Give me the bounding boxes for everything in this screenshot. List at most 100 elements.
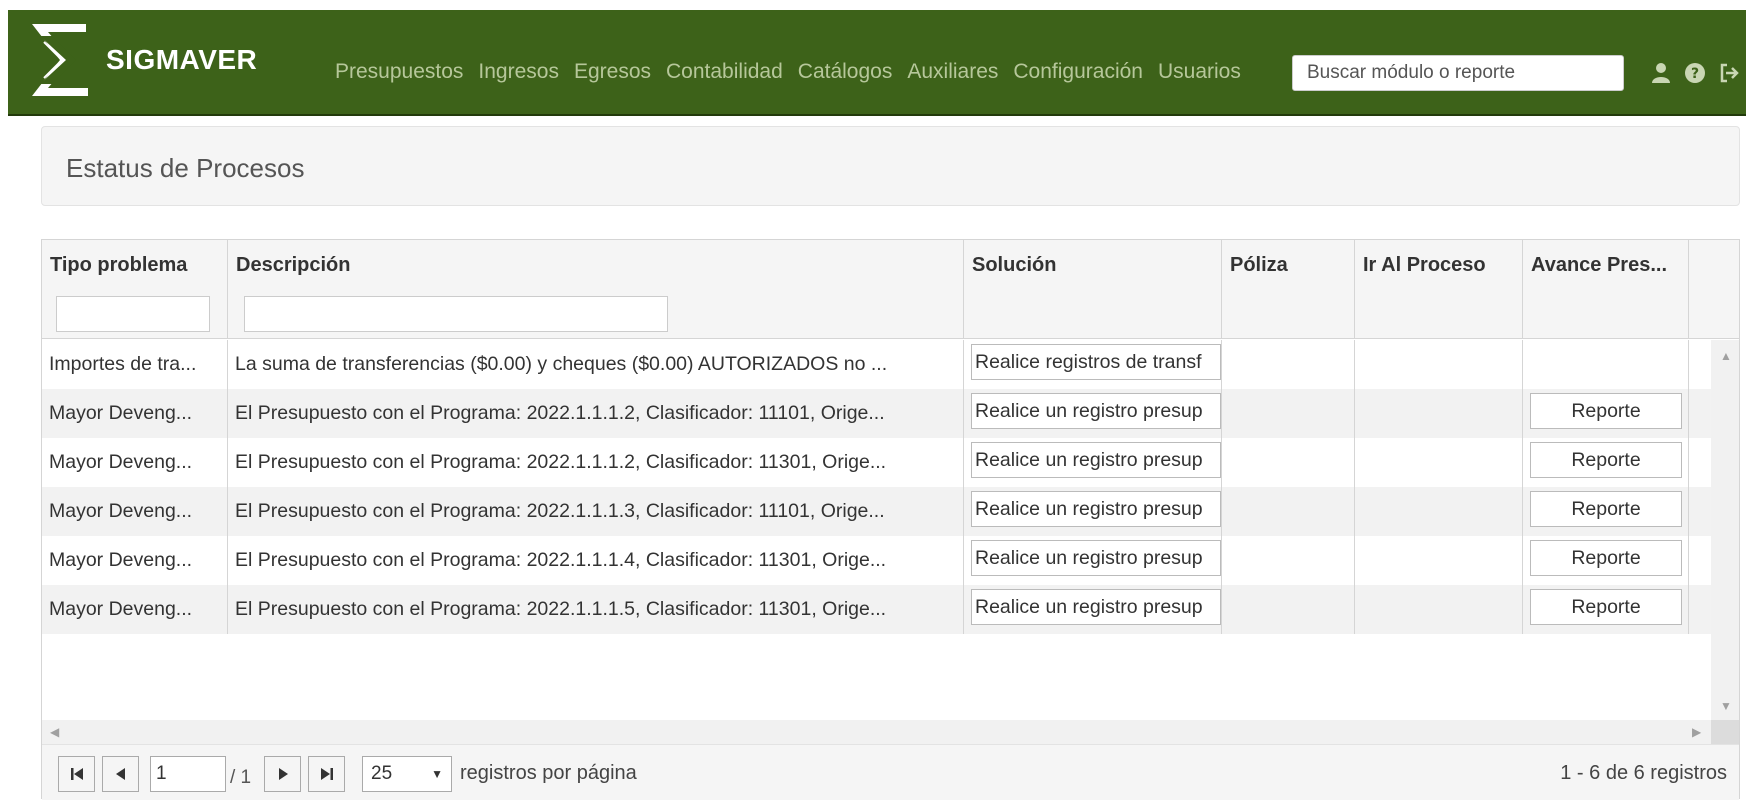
solution-field[interactable]: Realice un registro presup [971,442,1221,478]
solution-field[interactable]: Realice un registro presup [971,491,1221,527]
cell-ir-al-proceso [1355,487,1523,536]
user-icon[interactable] [1648,60,1674,86]
table-row[interactable]: Mayor Deveng... El Presupuesto con el Pro… [42,389,1711,438]
column-header-solucion[interactable]: Solución [964,240,1222,339]
records-count: 1 - 6 de 6 registros [1560,762,1727,784]
vertical-scrollbar[interactable]: ▲ ▼ [1711,340,1739,720]
nav-catalogos[interactable]: Catálogos [798,60,893,84]
nav-usuarios[interactable]: Usuarios [1158,60,1241,84]
report-button[interactable]: Reporte [1530,393,1682,429]
grid-body: Importes de tra... La suma de transferenc… [42,340,1711,720]
filter-tipo-input[interactable] [56,296,210,332]
per-page-label: registros por página [460,762,637,784]
last-page-icon [320,768,333,780]
cell-avance: Reporte [1523,536,1689,585]
prev-page-button[interactable] [102,756,139,792]
next-page-icon [278,768,288,780]
grid-header: Tipo problema Descripción Solución Póliz… [42,240,1739,339]
scroll-up-icon[interactable]: ▲ [1720,350,1732,362]
column-label: Descripción [236,254,351,276]
report-button[interactable]: Reporte [1530,491,1682,527]
column-label: Ir Al Proceso [1363,254,1486,276]
nav-egresos[interactable]: Egresos [574,60,651,84]
pager: / 1 25 ▼ registros por página 1 - 6 de 6… [42,744,1739,800]
nav-auxiliares[interactable]: Auxiliares [907,60,998,84]
sigma-logo-icon [32,24,88,96]
column-header-ir-al-proceso[interactable]: Ir Al Proceso [1355,240,1523,339]
cell-solucion: Realice un registro presup [964,585,1222,634]
table-row[interactable]: Mayor Deveng... El Presupuesto con el Pro… [42,438,1711,487]
cell-poliza [1222,585,1355,634]
cell-tipo: Mayor Deveng... [42,536,228,585]
column-label: Solución [972,254,1057,276]
column-label: Tipo problema [50,254,188,276]
search-input[interactable] [1292,55,1624,91]
first-page-button[interactable] [58,756,95,792]
main-menu: Presupuestos Ingresos Egresos Contabilid… [335,60,1256,84]
table-row[interactable]: Mayor Deveng... El Presupuesto con el Pro… [42,487,1711,536]
cell-solucion: Realice un registro presup [964,536,1222,585]
table-row[interactable]: Mayor Deveng... El Presupuesto con el Pro… [42,536,1711,585]
help-icon[interactable]: ? [1682,60,1708,86]
cell-tipo: Mayor Deveng... [42,487,228,536]
total-pages-label: / 1 [230,767,252,788]
prev-page-icon [115,768,125,780]
page-size-select[interactable]: 25 ▼ [362,756,452,792]
cell-tipo: Mayor Deveng... [42,389,228,438]
page-size-value: 25 [371,763,393,784]
brand[interactable]: SIGMAVER [26,20,257,100]
scroll-corner [1711,720,1739,744]
cell-poliza [1222,389,1355,438]
cell-poliza [1222,536,1355,585]
cell-ir-al-proceso [1355,585,1523,634]
column-header-descripcion[interactable]: Descripción [228,240,964,339]
cell-poliza [1222,438,1355,487]
cell-tipo: Importes de tra... [42,340,228,389]
horizontal-scrollbar[interactable]: ◀ ▶ [42,720,1711,744]
cell-poliza [1222,340,1355,389]
report-button[interactable]: Reporte [1530,589,1682,625]
nav-configuracion[interactable]: Configuración [1013,60,1143,84]
first-page-icon [70,768,83,780]
solution-field[interactable]: Realice un registro presup [971,393,1221,429]
current-page-input[interactable] [150,756,226,792]
svg-text:?: ? [1691,66,1699,82]
scroll-down-icon[interactable]: ▼ [1720,700,1732,712]
cell-ir-al-proceso [1355,536,1523,585]
status-grid: Tipo problema Descripción Solución Póliz… [41,239,1740,800]
nav-contabilidad[interactable]: Contabilidad [666,60,783,84]
report-button[interactable]: Reporte [1530,442,1682,478]
cell-descripcion: El Presupuesto con el Programa: 2022.1.1… [228,438,964,487]
column-label: Avance Pres... [1531,254,1668,276]
cell-ir-al-proceso [1355,438,1523,487]
nav-ingresos[interactable]: Ingresos [478,60,559,84]
next-page-button[interactable] [264,756,301,792]
cell-poliza [1222,487,1355,536]
column-header-poliza[interactable]: Póliza [1222,240,1355,339]
cell-tipo: Mayor Deveng... [42,438,228,487]
cell-descripcion: El Presupuesto con el Programa: 2022.1.1… [228,389,964,438]
page-title: Estatus de Procesos [66,153,305,183]
report-button[interactable]: Reporte [1530,540,1682,576]
solution-field[interactable]: Realice un registro presup [971,540,1221,576]
scroll-left-icon[interactable]: ◀ [50,726,59,738]
scroll-right-icon[interactable]: ▶ [1692,726,1701,738]
table-row[interactable]: Mayor Deveng... El Presupuesto con el Pro… [42,585,1711,634]
filter-descripcion-input[interactable] [244,296,668,332]
last-page-button[interactable] [308,756,345,792]
table-row[interactable]: Importes de tra... La suma de transferenc… [42,340,1711,389]
column-header-avance[interactable]: Avance Pres... [1523,240,1689,339]
top-navbar: SIGMAVER Presupuestos Ingresos Egresos C… [8,10,1746,116]
solution-field[interactable]: Realice un registro presup [971,589,1221,625]
cell-solucion: Realice registros de transf [964,340,1222,389]
nav-presupuestos[interactable]: Presupuestos [335,60,463,84]
cell-descripcion: El Presupuesto con el Programa: 2022.1.1… [228,536,964,585]
logout-icon[interactable] [1716,60,1742,86]
column-header-tipo[interactable]: Tipo problema [42,240,228,339]
cell-descripcion: La suma de transferencias ($0.00) y cheq… [228,340,964,389]
cell-tipo: Mayor Deveng... [42,585,228,634]
cell-ir-al-proceso [1355,340,1523,389]
solution-field[interactable]: Realice registros de transf [971,344,1221,380]
cell-ir-al-proceso [1355,389,1523,438]
cell-avance: Reporte [1523,585,1689,634]
